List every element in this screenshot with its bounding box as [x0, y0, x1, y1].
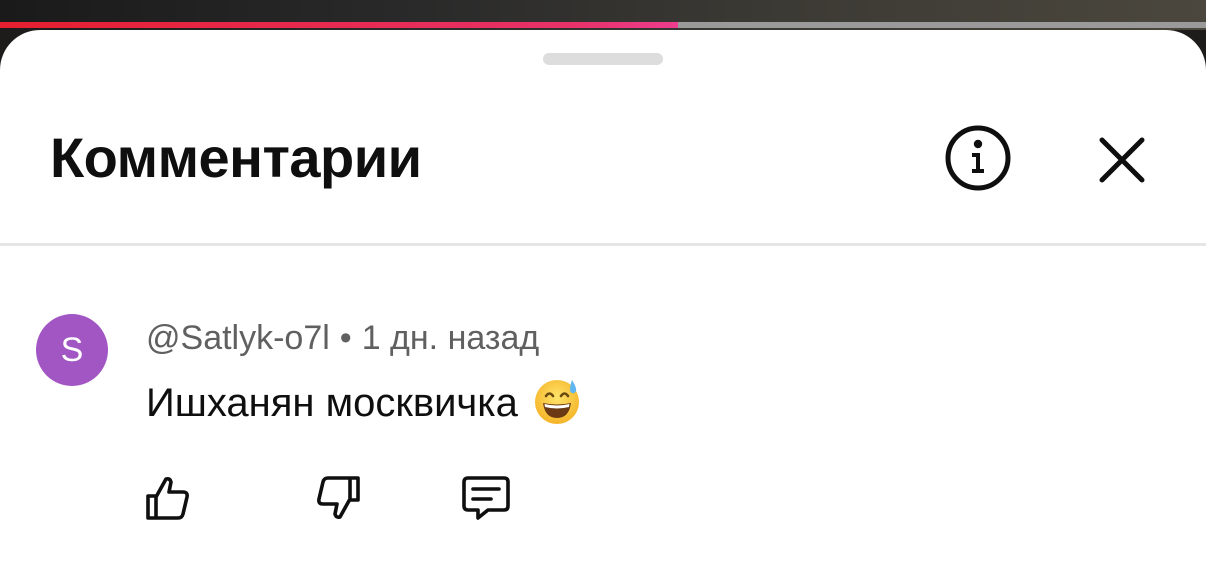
comment-text: Ишханян москвичка	[146, 381, 518, 425]
meta-separator: •	[339, 319, 352, 357]
comment-meta: @Satlyk-o7l • 1 дн. назад	[146, 318, 539, 358]
comments-sheet: Комментарии S @Satlyk-o7l • 1 дн. назад Иш…	[0, 30, 1206, 570]
dislike-button[interactable]	[310, 470, 366, 526]
close-icon	[1099, 137, 1145, 183]
close-button[interactable]	[1092, 130, 1152, 190]
grinning-face-with-sweat-emoji	[534, 380, 579, 424]
avatar[interactable]: S	[36, 314, 108, 386]
comment-body: Ишханян москвичка	[146, 376, 582, 427]
header-divider	[0, 243, 1206, 246]
info-button[interactable]	[942, 122, 1014, 194]
video-progress-fill	[0, 22, 678, 28]
comment-author[interactable]: @Satlyk-o7l	[146, 319, 330, 357]
video-progress-bar[interactable]	[0, 22, 1206, 28]
reply-button[interactable]	[458, 470, 514, 526]
thumbs-down-icon	[317, 476, 360, 519]
comment-time: 1 дн. назад	[361, 319, 540, 357]
video-player-strip	[0, 0, 1206, 30]
sheet-drag-handle[interactable]	[543, 53, 663, 65]
info-circle-icon	[945, 125, 1011, 191]
reply-comment-icon	[462, 476, 510, 520]
thumbs-up-icon	[146, 477, 189, 520]
like-button[interactable]	[140, 470, 196, 526]
sheet-title: Комментарии	[50, 126, 422, 189]
